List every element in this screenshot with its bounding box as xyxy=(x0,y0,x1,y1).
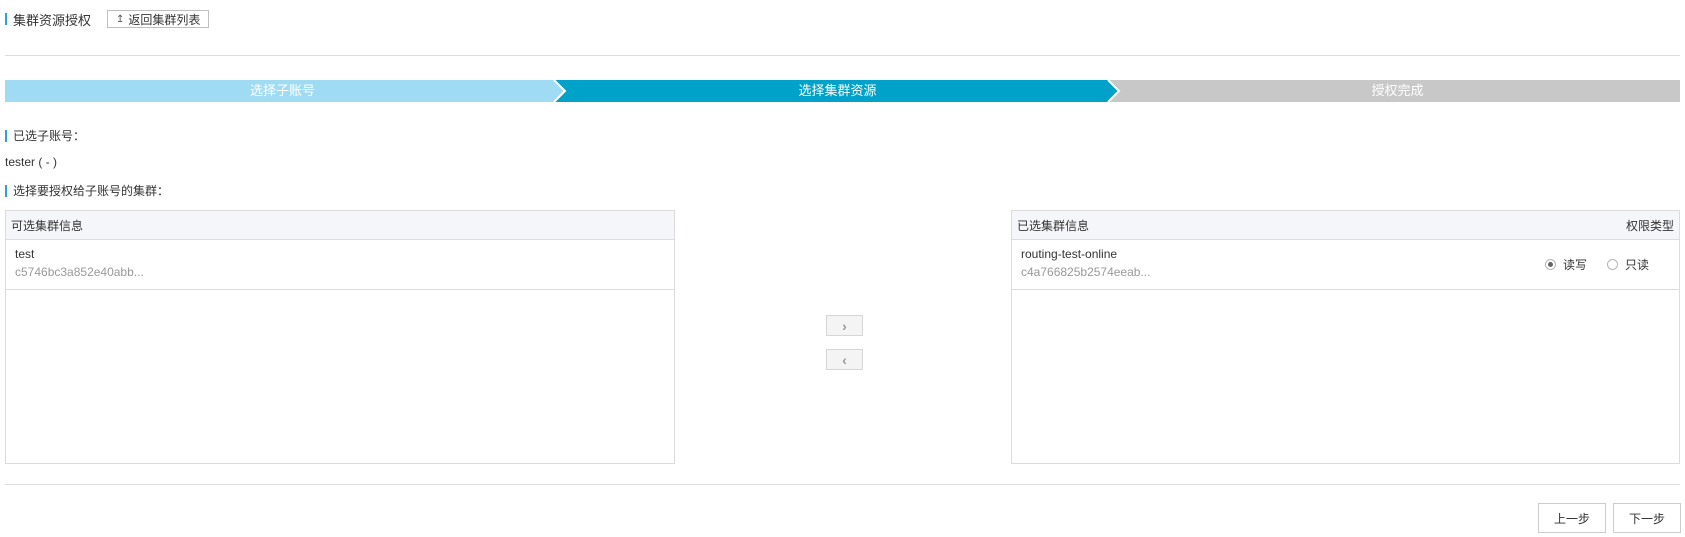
page-header: 集群资源授权 ↥ 返回集群列表 xyxy=(5,9,210,29)
previous-step-button[interactable]: 上一步 xyxy=(1538,503,1606,533)
select-cluster-label: 选择要授权给子账号的集群： xyxy=(13,184,170,198)
up-arrow-icon: ↥ xyxy=(116,13,125,25)
selected-account-label: 已选子账号： xyxy=(13,129,86,143)
available-cluster-panel: 可选集群信息 test c5746bc3a852e40abb... xyxy=(5,210,675,464)
selected-account-heading: 已选子账号： xyxy=(5,127,85,144)
move-right-button[interactable]: › xyxy=(826,315,863,336)
available-cluster-header-label: 可选集群信息 xyxy=(11,218,84,233)
permission-type-header: 权限类型 xyxy=(1625,218,1674,233)
chevron-left-icon: ‹ xyxy=(842,351,847,368)
list-item[interactable]: routing-test-online c4a766825b2574eeab..… xyxy=(1012,240,1679,290)
back-to-cluster-list-button[interactable]: ↥ 返回集群列表 xyxy=(107,10,210,28)
step-progress-bar: 选择子账号 选择集群资源 授权完成 xyxy=(5,80,1680,102)
radio-read-only[interactable]: 只读 xyxy=(1606,256,1649,273)
radio-read-write-label: 读写 xyxy=(1562,258,1587,272)
bottom-divider xyxy=(5,484,1680,485)
cluster-id: c5746bc3a852e40abb... xyxy=(15,265,144,279)
section-accent-bar xyxy=(5,184,7,197)
chevron-right-icon: › xyxy=(842,317,847,334)
page-title: 集群资源授权 xyxy=(13,12,92,28)
section-accent-bar xyxy=(5,129,7,142)
selected-cluster-panel: 已选集群信息 权限类型 routing-test-online c4a76682… xyxy=(1011,210,1680,464)
move-left-button[interactable]: ‹ xyxy=(826,349,863,370)
cluster-name: test xyxy=(15,247,35,261)
selected-cluster-header: 已选集群信息 权限类型 xyxy=(1012,211,1679,240)
top-divider xyxy=(5,55,1680,56)
select-cluster-heading: 选择要授权给子账号的集群： xyxy=(5,182,169,199)
title-accent-bar xyxy=(5,13,7,25)
radio-read-only-label: 只读 xyxy=(1624,258,1649,272)
available-cluster-header: 可选集群信息 xyxy=(6,211,674,240)
permission-radio-group: 读写 只读 xyxy=(1525,256,1649,273)
list-item[interactable]: test c5746bc3a852e40abb... xyxy=(6,240,674,290)
selected-account-value: tester ( - ) xyxy=(5,155,58,169)
back-button-label: 返回集群列表 xyxy=(128,12,201,27)
radio-read-write[interactable]: 读写 xyxy=(1544,256,1587,273)
step-select-account: 选择子账号 xyxy=(249,83,315,98)
step-select-cluster: 选择集群资源 xyxy=(798,83,877,98)
next-step-button[interactable]: 下一步 xyxy=(1613,503,1681,533)
selected-cluster-header-label: 已选集群信息 xyxy=(1017,218,1090,233)
step-authorize-done: 授权完成 xyxy=(1371,83,1424,98)
radio-checked-icon xyxy=(1544,259,1556,270)
radio-unchecked-icon xyxy=(1606,259,1618,270)
